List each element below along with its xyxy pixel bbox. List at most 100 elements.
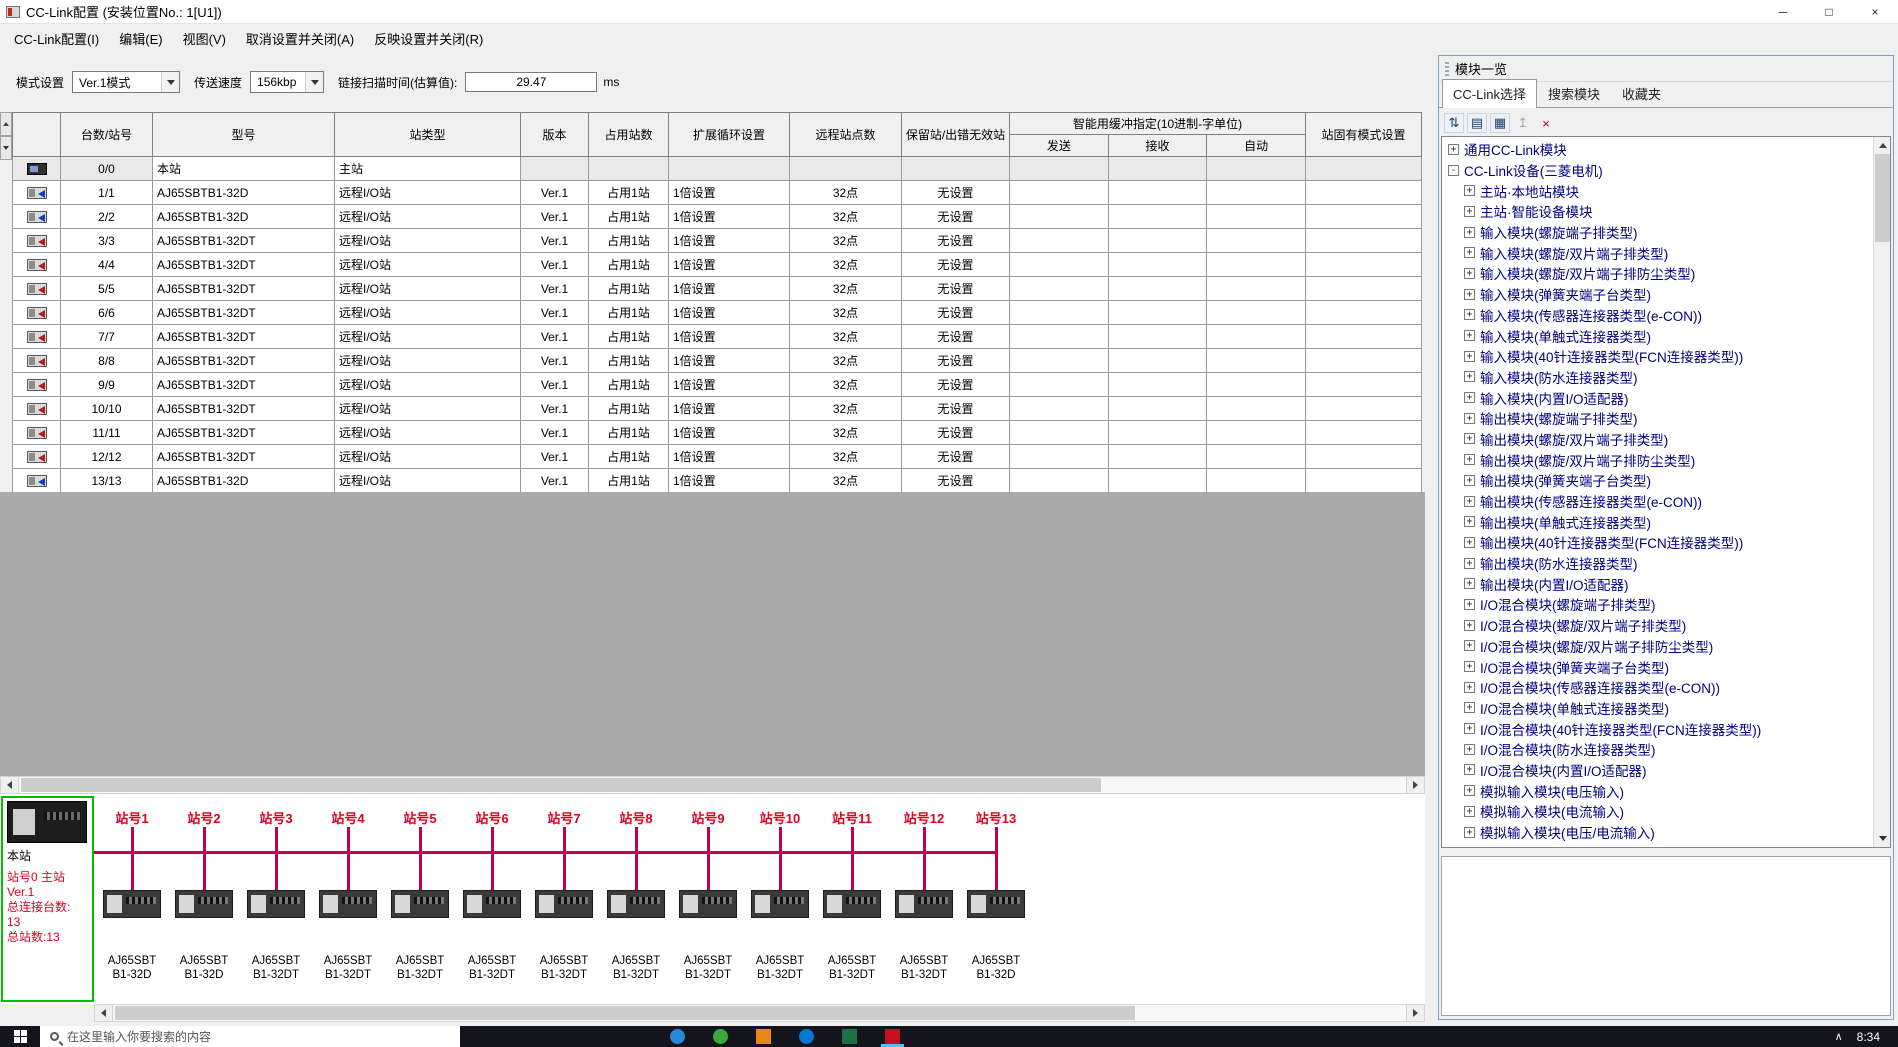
cell-version[interactable]: Ver.1 (521, 397, 589, 421)
tree-item[interactable]: + I/O混合模块(防水连接器类型) (1442, 739, 1873, 760)
cell-model[interactable]: AJ65SBTB1-32DT (153, 349, 335, 373)
cell-points[interactable]: 32点 (790, 349, 902, 373)
cell-model[interactable]: AJ65SBTB1-32DT (153, 253, 335, 277)
cell-row-icon[interactable] (13, 349, 61, 373)
cell-buffer-recv[interactable] (1108, 397, 1207, 421)
cell-buffer-auto[interactable] (1207, 301, 1306, 325)
tree-item[interactable]: + 输出模块(单触式连接器类型) (1442, 511, 1873, 532)
station-module-graphic[interactable] (247, 890, 305, 918)
station-group[interactable]: 站号4 AJ65SBT B1-32DT (312, 794, 384, 1004)
cell-station-type[interactable]: 远程I/O站 (335, 349, 521, 373)
station-module-graphic[interactable] (967, 890, 1025, 918)
sort-icon[interactable]: ⇅ (1444, 113, 1464, 133)
menu-item[interactable]: 视图(V) (173, 25, 236, 52)
cell-buffer-send[interactable] (1010, 373, 1109, 397)
tree-item[interactable]: + 输出模块(防水连接器类型) (1442, 553, 1873, 574)
cell-buffer-recv[interactable] (1108, 253, 1207, 277)
cell-occupied[interactable]: 占用1站 (589, 205, 669, 229)
cell-fixed-mode[interactable] (1306, 349, 1422, 373)
station-group[interactable]: 站号2 AJ65SBT B1-32D (168, 794, 240, 1004)
cell-station-type[interactable]: 远程I/O站 (335, 301, 521, 325)
cell-station-type[interactable]: 远程I/O站 (335, 181, 521, 205)
cell-station-type[interactable]: 远程I/O站 (335, 421, 521, 445)
cell-model[interactable]: AJ65SBTB1-32DT (153, 373, 335, 397)
module-panel-tab[interactable]: 收藏夹 (1611, 79, 1672, 107)
module-panel-tab[interactable]: CC-Link选择 (1442, 79, 1537, 108)
taskbar-search-input[interactable]: 在这里输入你要搜索的内容 (40, 1026, 460, 1047)
scroll-left-button[interactable] (1, 777, 19, 793)
cell-buffer-recv[interactable] (1108, 277, 1207, 301)
tree-expander-icon[interactable]: + (1464, 620, 1475, 631)
cell-buffer-recv[interactable] (1108, 325, 1207, 349)
cell-row-icon[interactable] (13, 181, 61, 205)
tree-item[interactable]: + I/O混合模块(40针连接器类型(FCN连接器类型)) (1442, 718, 1873, 739)
cell-version[interactable]: Ver.1 (521, 445, 589, 469)
tree-expander-icon[interactable]: - (1448, 165, 1459, 176)
station-group[interactable]: 站号7 AJ65SBT B1-32DT (528, 794, 600, 1004)
tree-item[interactable]: + I/O混合模块(螺旋/双片端子排防尘类型) (1442, 636, 1873, 657)
cell-points[interactable]: 32点 (790, 373, 902, 397)
cell-row-icon[interactable] (13, 325, 61, 349)
cell-station[interactable]: 0/0 (61, 157, 153, 181)
station-module-graphic[interactable] (103, 890, 161, 918)
minimize-button[interactable]: ─ (1760, 0, 1806, 24)
cell-buffer-auto[interactable] (1207, 229, 1306, 253)
close-button[interactable]: × (1852, 0, 1898, 24)
cell-buffer-recv[interactable] (1108, 157, 1207, 181)
menu-item[interactable]: 编辑(E) (109, 25, 172, 52)
scroll-up-button[interactable] (1874, 137, 1891, 154)
cell-station[interactable]: 6/6 (61, 301, 153, 325)
tree-expander-icon[interactable]: + (1464, 723, 1475, 734)
cell-cycle[interactable]: 1倍设置 (669, 445, 790, 469)
station-group[interactable]: 站号10 AJ65SBT B1-32DT (744, 794, 816, 1004)
cell-buffer-auto[interactable] (1207, 157, 1306, 181)
cell-row-icon[interactable] (13, 253, 61, 277)
cell-occupied[interactable]: 占用1站 (589, 301, 669, 325)
station-module-graphic[interactable] (535, 890, 593, 918)
scroll-left-button[interactable] (95, 1005, 113, 1021)
cell-buffer-send[interactable] (1010, 397, 1109, 421)
cell-cycle[interactable] (669, 157, 790, 181)
cell-row-icon[interactable] (13, 277, 61, 301)
cell-reserve[interactable]: 无设置 (902, 445, 1010, 469)
cell-cycle[interactable]: 1倍设置 (669, 205, 790, 229)
tree-item[interactable]: + 输出模块(螺旋端子排类型) (1442, 408, 1873, 429)
tree-item[interactable]: + 输入模块(弹簧夹端子台类型) (1442, 284, 1873, 305)
cell-fixed-mode[interactable] (1306, 253, 1422, 277)
tree-item[interactable]: + I/O混合模块(传感器连接器类型(e-CON)) (1442, 677, 1873, 698)
collapse-icon[interactable]: ↥ (1513, 113, 1533, 133)
tree-item[interactable]: + 输入模块(内置I/O适配器) (1442, 387, 1873, 408)
tree-expander-icon[interactable]: + (1464, 806, 1475, 817)
cell-points[interactable]: 32点 (790, 277, 902, 301)
tree-item[interactable]: + 输入模块(螺旋/双片端子排类型) (1442, 242, 1873, 263)
station-module-graphic[interactable] (391, 890, 449, 918)
station-module-graphic[interactable] (607, 890, 665, 918)
cell-buffer-send[interactable] (1010, 157, 1109, 181)
tree-expander-icon[interactable]: + (1464, 247, 1475, 258)
tree-item[interactable]: + 输入模块(40针连接器类型(FCN连接器类型)) (1442, 346, 1873, 367)
cell-fixed-mode[interactable] (1306, 421, 1422, 445)
taskbar-app-icon-2[interactable] (713, 1029, 728, 1044)
cell-reserve[interactable]: 无设置 (902, 181, 1010, 205)
cell-buffer-send[interactable] (1010, 301, 1109, 325)
station-group[interactable]: 站号13 AJ65SBT B1-32D (960, 794, 1032, 1004)
tree-item[interactable]: + 输入模块(螺旋端子排类型) (1442, 222, 1873, 243)
cell-buffer-auto[interactable] (1207, 397, 1306, 421)
cell-occupied[interactable] (589, 157, 669, 181)
cell-occupied[interactable]: 占用1站 (589, 253, 669, 277)
cell-fixed-mode[interactable] (1306, 205, 1422, 229)
cell-buffer-auto[interactable] (1207, 277, 1306, 301)
cell-row-icon[interactable] (13, 157, 61, 181)
cell-occupied[interactable]: 占用1站 (589, 277, 669, 301)
cell-station-type[interactable]: 远程I/O站 (335, 229, 521, 253)
cell-fixed-mode[interactable] (1306, 301, 1422, 325)
tree-expander-icon[interactable]: + (1464, 185, 1475, 196)
tree-item[interactable]: + I/O混合模块(螺旋/双片端子排类型) (1442, 615, 1873, 636)
cell-station[interactable]: 10/10 (61, 397, 153, 421)
tree-item[interactable]: + 输出模块(螺旋/双片端子排类型) (1442, 429, 1873, 450)
cell-station[interactable]: 5/5 (61, 277, 153, 301)
tree-expander-icon[interactable]: + (1464, 351, 1475, 362)
tree-expander-icon[interactable]: + (1464, 661, 1475, 672)
cell-buffer-send[interactable] (1010, 421, 1109, 445)
cell-row-icon[interactable] (13, 229, 61, 253)
